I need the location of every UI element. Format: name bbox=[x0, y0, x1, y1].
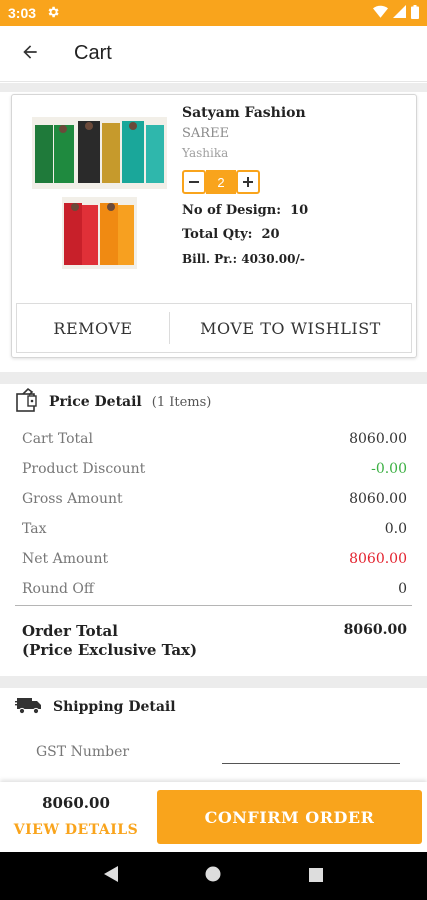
minus-icon bbox=[188, 173, 200, 192]
nav-recents-icon bbox=[308, 867, 323, 886]
bill-price-label: Bill. Pr.: bbox=[182, 252, 238, 266]
order-total-label-line1: Order Total bbox=[22, 622, 118, 640]
price-row-label: Net Amount bbox=[22, 551, 109, 567]
shipping-detail-header: Shipping Detail bbox=[0, 688, 427, 726]
app-bar: Cart bbox=[0, 26, 427, 82]
order-total-value: 8060.00 bbox=[343, 622, 407, 638]
price-row-net-amount: Net Amount 8060.00 bbox=[22, 544, 407, 574]
cart-item-actions: REMOVE MOVE TO WISHLIST bbox=[16, 303, 412, 353]
no-of-design-value: 10 bbox=[290, 203, 309, 218]
nav-home-button[interactable] bbox=[193, 856, 233, 896]
quantity-stepper: 2 bbox=[182, 168, 407, 196]
price-detail-header: Price Detail (1 Items) bbox=[0, 384, 427, 420]
total-qty-value: 20 bbox=[261, 227, 280, 242]
view-details-link[interactable]: VIEW DETAILS bbox=[0, 822, 152, 838]
gst-number-label: GST Number bbox=[36, 744, 130, 760]
price-row-value: 8060.00 bbox=[349, 431, 407, 447]
plus-icon bbox=[242, 173, 254, 192]
price-row-label: Round Off bbox=[22, 581, 94, 597]
move-to-wishlist-button[interactable]: MOVE TO WISHLIST bbox=[170, 304, 411, 352]
no-of-design-label: No of Design: bbox=[182, 203, 282, 218]
section-divider bbox=[0, 372, 427, 384]
page-title: Cart bbox=[74, 42, 112, 64]
shipping-detail-section: Shipping Detail GST Number bbox=[0, 688, 427, 782]
nav-recents-button[interactable] bbox=[296, 856, 336, 896]
status-time: 3:03 bbox=[8, 5, 37, 21]
nav-back-button[interactable] bbox=[91, 856, 131, 896]
total-qty: Total Qty: 20 bbox=[182, 223, 407, 247]
status-bar: 3:03 bbox=[0, 0, 427, 26]
decrease-quantity-button[interactable] bbox=[182, 170, 206, 194]
checkout-bar: 8060.00 VIEW DETAILS CONFIRM ORDER bbox=[0, 782, 427, 852]
order-total-divider bbox=[15, 605, 412, 606]
bill-price: Bill. Pr.: 4030.00/- bbox=[182, 247, 407, 271]
section-divider bbox=[0, 83, 427, 92]
price-row-value: 8060.00 bbox=[349, 551, 407, 567]
price-row-tax: Tax 0.0 bbox=[22, 514, 407, 544]
truck-icon bbox=[15, 695, 43, 719]
remove-button[interactable]: REMOVE bbox=[17, 304, 169, 352]
wifi-icon bbox=[373, 5, 388, 21]
price-row-round-off: Round Off 0 bbox=[22, 574, 407, 604]
nav-back-icon bbox=[103, 865, 119, 887]
price-row-label: Gross Amount bbox=[22, 491, 123, 507]
quantity-value: 2 bbox=[206, 170, 236, 194]
product-image[interactable] bbox=[32, 117, 167, 272]
price-row-cart-total: Cart Total 8060.00 bbox=[22, 424, 407, 454]
shipping-detail-title: Shipping Detail bbox=[53, 699, 176, 715]
system-nav-bar bbox=[0, 852, 427, 900]
order-total-label: Order Total (Price Exclusive Tax) bbox=[22, 622, 197, 660]
total-qty-label: Total Qty: bbox=[182, 227, 253, 242]
price-row-label: Product Discount bbox=[22, 461, 146, 477]
bill-price-value: 4030.00/- bbox=[241, 252, 305, 266]
price-row-value: 8060.00 bbox=[349, 491, 407, 507]
price-row-product-discount: Product Discount -0.00 bbox=[22, 454, 407, 484]
increase-quantity-button[interactable] bbox=[236, 170, 260, 194]
product-collection: Yashika bbox=[182, 146, 229, 160]
price-tag-icon bbox=[15, 387, 39, 417]
back-button[interactable] bbox=[0, 26, 60, 82]
product-brand: Satyam Fashion bbox=[182, 105, 306, 121]
product-info: Satyam Fashion SAREE Yashika 2 No of Des… bbox=[182, 103, 407, 271]
gst-number-input[interactable] bbox=[222, 738, 400, 764]
cart-item-card: Satyam Fashion SAREE Yashika 2 No of Des… bbox=[11, 94, 417, 358]
price-row-label: Cart Total bbox=[22, 431, 93, 447]
price-row-value: -0.00 bbox=[371, 461, 407, 477]
no-of-design: No of Design: 10 bbox=[182, 199, 407, 223]
price-row-gross-amount: Gross Amount 8060.00 bbox=[22, 484, 407, 514]
product-category: SAREE bbox=[182, 126, 230, 141]
gear-icon bbox=[46, 5, 60, 22]
price-detail-count: (1 Items) bbox=[151, 394, 212, 410]
price-row-value: 0.0 bbox=[384, 521, 407, 537]
nav-home-icon bbox=[205, 866, 221, 886]
price-rows: Cart Total 8060.00 Product Discount -0.0… bbox=[22, 424, 407, 604]
battery-icon bbox=[411, 4, 419, 22]
price-detail-section: Price Detail (1 Items) Cart Total 8060.0… bbox=[0, 384, 427, 676]
price-row-label: Tax bbox=[22, 521, 47, 537]
status-icons bbox=[373, 4, 419, 22]
confirm-order-button[interactable]: CONFIRM ORDER bbox=[157, 790, 422, 844]
section-divider bbox=[0, 676, 427, 688]
order-total: Order Total (Price Exclusive Tax) 8060.0… bbox=[22, 622, 407, 660]
signal-icon bbox=[393, 5, 406, 21]
arrow-back-icon bbox=[20, 42, 40, 66]
price-row-value: 0 bbox=[398, 581, 407, 597]
checkout-total: 8060.00 bbox=[42, 794, 110, 812]
price-detail-title: Price Detail bbox=[49, 394, 142, 410]
order-total-label-line2: (Price Exclusive Tax) bbox=[22, 641, 198, 659]
